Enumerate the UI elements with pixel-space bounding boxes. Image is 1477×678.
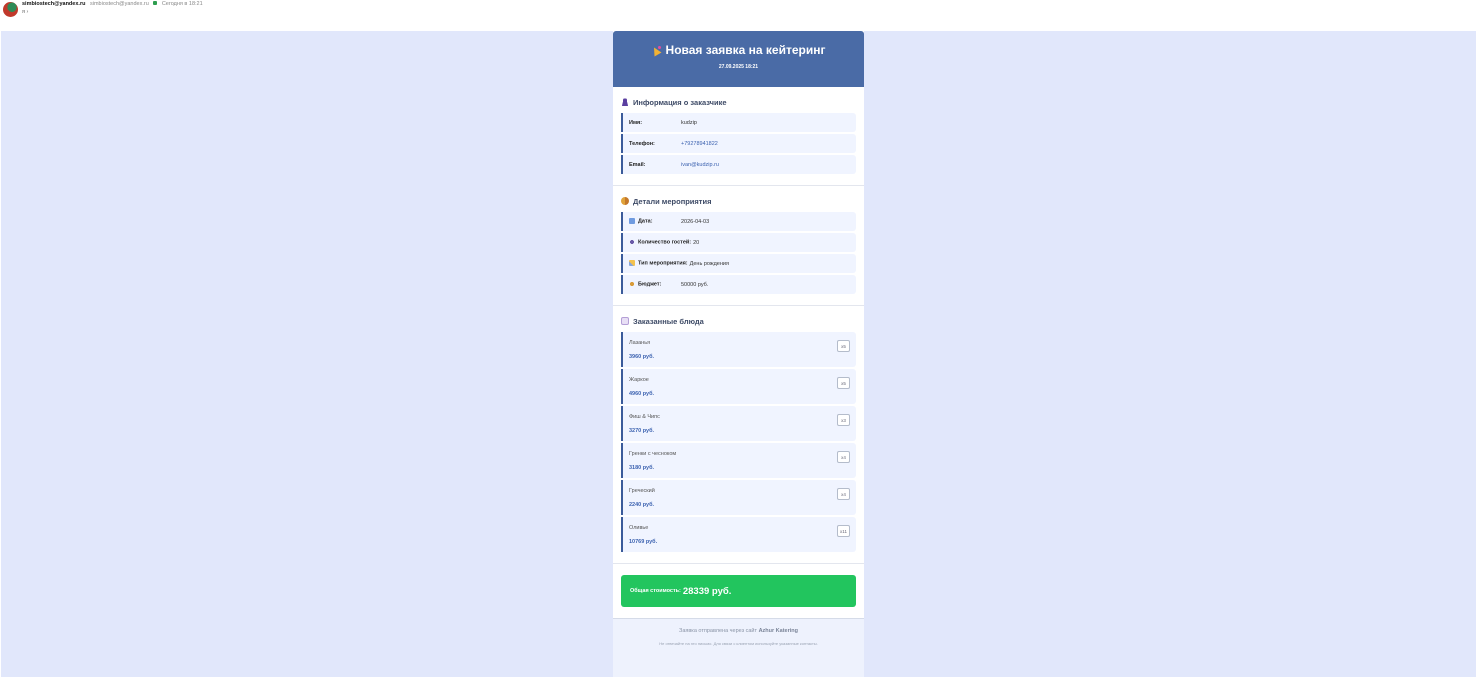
- menu-icon: [621, 317, 629, 325]
- money-bag-icon: [629, 281, 635, 288]
- recipient-toggle[interactable]: я ›: [22, 9, 28, 15]
- customer-email-row: Email: ivan@kudzip.ru: [621, 155, 856, 174]
- dish-price: 3270 руб.: [629, 428, 655, 434]
- budget-label: Бюджет:: [629, 281, 681, 288]
- budget-label-text: Бюджет:: [638, 281, 662, 288]
- sender-avatar[interactable]: [3, 2, 18, 17]
- event-date-value: 2026-04-03: [681, 218, 710, 225]
- total-value: 28339 руб.: [682, 585, 732, 597]
- event-type-label: Тип мероприятия:: [629, 260, 688, 267]
- email-title-text: Новая заявка на кейтеринг: [665, 43, 826, 57]
- dish-name: Гренки с чесноком: [629, 451, 677, 457]
- email-link[interactable]: ivan@kudzip.ru: [681, 162, 719, 168]
- email-footer: Заявка отправлена через сайт Azhur Kater…: [613, 619, 864, 677]
- customer-section-title: Информация о заказчике: [621, 97, 856, 107]
- calendar-icon: [629, 218, 635, 225]
- dish-name: Жаркое: [629, 377, 649, 383]
- sender-name[interactable]: simbiostech@yandex.ru: [22, 1, 85, 7]
- event-guests-row: Количество гостей: 20: [621, 233, 856, 252]
- dish-name: Греческий: [629, 488, 655, 494]
- footer-sent-via: Заявка отправлена через сайт Azhur Kater…: [613, 628, 864, 634]
- dish-price: 10769 руб.: [629, 539, 658, 545]
- guests-label: Количество гостей:: [629, 239, 692, 246]
- email-label: Email:: [629, 161, 646, 168]
- dishes-section-title: Заказанные блюда: [621, 316, 856, 326]
- phone-link[interactable]: +79278941822: [681, 141, 718, 147]
- person-icon: [621, 98, 629, 106]
- dish-price: 2240 руб.: [629, 502, 655, 508]
- dish-name: Оливье: [629, 525, 649, 531]
- event-section: Детали мероприятия Дата: 2026-04-03 Коли…: [613, 186, 864, 306]
- dish-item: Лазанья 3960 руб. x5: [621, 332, 856, 367]
- dish-item: Жаркое 4960 руб. x5: [621, 369, 856, 404]
- event-type-label-text: Тип мероприятия:: [638, 260, 688, 267]
- customer-section: Информация о заказчике Имя: kudzip Телеф…: [613, 87, 864, 186]
- event-title-text: Детали мероприятия: [633, 196, 712, 206]
- total-section: Общая стоимость: 28339 руб.: [613, 564, 864, 619]
- event-type-value: День рождения: [689, 260, 729, 267]
- customer-name-row: Имя: kudzip: [621, 113, 856, 132]
- customer-title-text: Информация о заказчике: [633, 97, 727, 107]
- mail-header: simbiostech@yandex.ru simbiostech@yandex…: [0, 0, 1477, 31]
- event-section-title: Детали мероприятия: [621, 196, 856, 206]
- event-date-label-text: Дата:: [638, 218, 653, 225]
- event-budget-row: Бюджет: 50000 руб.: [621, 275, 856, 294]
- dish-quantity-badge: x5: [837, 377, 850, 389]
- event-date-row: Дата: 2026-04-03: [621, 212, 856, 231]
- dish-price: 3180 руб.: [629, 465, 655, 471]
- lock-icon: [153, 1, 158, 5]
- dish-item: Оливье 10769 руб. x11: [621, 517, 856, 552]
- total-label: Общая стоимость:: [630, 588, 681, 594]
- dishes-title-text: Заказанные блюда: [633, 316, 704, 326]
- sender-email[interactable]: simbiostech@yandex.ru: [90, 1, 149, 7]
- event-type-row: Тип мероприятия: День рождения: [621, 254, 856, 273]
- dish-price: 4960 руб.: [629, 391, 655, 397]
- footer-notice: Не отвечайте на это письмо. Для связи с …: [659, 641, 818, 646]
- theater-masks-icon: [621, 197, 629, 205]
- dish-name: Лазанья: [629, 340, 651, 346]
- name-value: kudzip: [681, 119, 697, 126]
- sender-line: simbiostech@yandex.ru simbiostech@yandex…: [22, 1, 203, 7]
- email-title: Новая заявка на кейтеринг: [613, 43, 864, 57]
- dish-quantity-badge: x4: [837, 451, 850, 463]
- dish-name: Фиш & Чипс: [629, 414, 660, 420]
- dish-quantity-badge: x11: [837, 525, 850, 537]
- dish-quantity-badge: x5: [837, 340, 850, 352]
- budget-value: 50000 руб.: [681, 281, 709, 288]
- pen-icon: [629, 260, 635, 267]
- dish-quantity-badge: x3: [837, 414, 850, 426]
- dish-item: Гренки с чесноком 3180 руб. x4: [621, 443, 856, 478]
- total-box: Общая стоимость: 28339 руб.: [621, 575, 856, 607]
- message-body: Новая заявка на кейтеринг 27.09.2025 18:…: [1, 31, 1476, 677]
- email-card: Новая заявка на кейтеринг 27.09.2025 18:…: [613, 31, 864, 677]
- dish-item: Греческий 2240 руб. x4: [621, 480, 856, 515]
- footer-site-name: Azhur Katering: [758, 628, 798, 634]
- people-icon: [629, 239, 635, 246]
- footer-prefix: Заявка отправлена через сайт: [679, 628, 758, 634]
- name-label: Имя:: [629, 119, 643, 126]
- phone-label: Телефон:: [629, 140, 655, 147]
- dish-price: 3960 руб.: [629, 354, 655, 360]
- event-date-label: Дата:: [629, 218, 681, 225]
- email-date: 27.09.2025 18:21: [718, 64, 759, 70]
- party-popper-icon: [652, 45, 661, 55]
- email-header: Новая заявка на кейтеринг 27.09.2025 18:…: [613, 31, 864, 87]
- dishes-section: Заказанные блюда Лазанья 3960 руб. x5 Жа…: [613, 306, 864, 564]
- message-time: Сегодня в 18:21: [161, 1, 203, 7]
- customer-phone-row: Телефон: +79278941822: [621, 134, 856, 153]
- guests-value: 20: [693, 239, 700, 246]
- dish-quantity-badge: x4: [837, 488, 850, 500]
- guests-label-text: Количество гостей:: [638, 239, 692, 246]
- dish-item: Фиш & Чипс 3270 руб. x3: [621, 406, 856, 441]
